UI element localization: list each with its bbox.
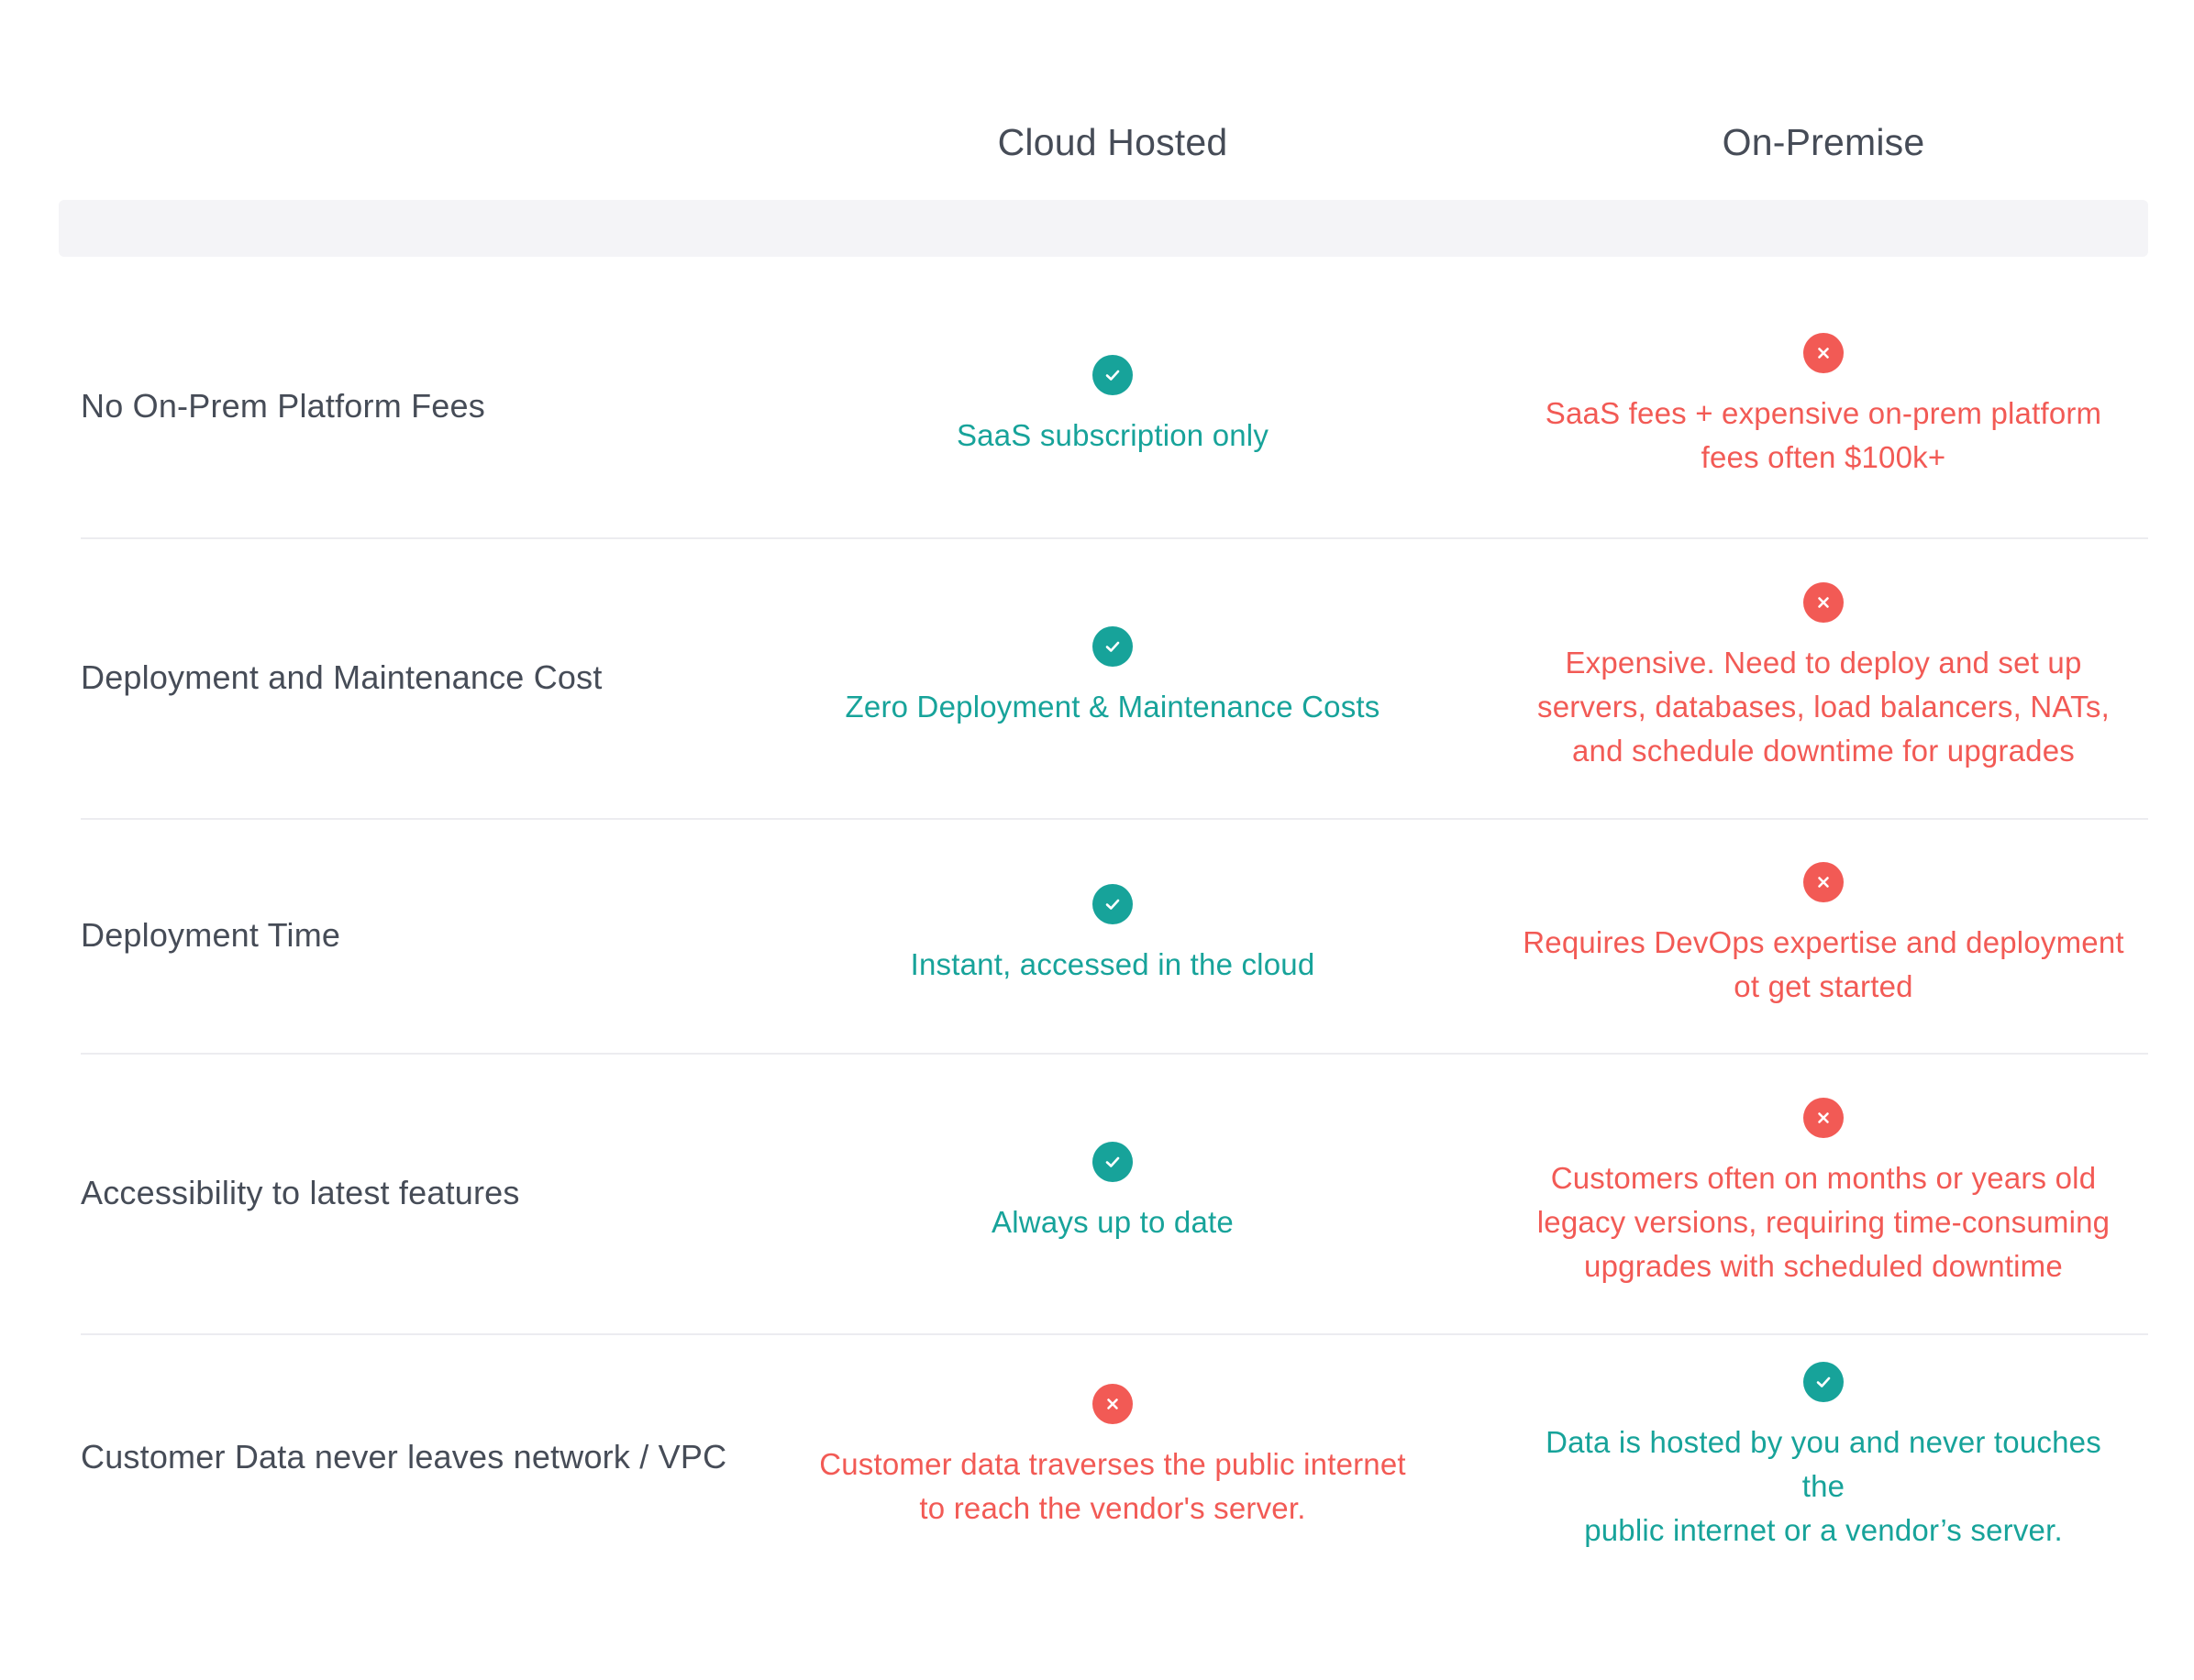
cell-description: Instant, accessed in the cloud bbox=[910, 947, 1315, 981]
comparison-page: Cloud Hosted On-Premise No On-Prem Platf… bbox=[0, 0, 2194, 1680]
table-row: No On-Prem Platform Fees SaaS subscriptio… bbox=[81, 275, 2148, 539]
table-row: Accessibility to latest features Always u… bbox=[81, 1053, 2148, 1335]
check-icon bbox=[1092, 626, 1133, 667]
cell-description: Customer data traverses the public inter… bbox=[819, 1447, 1406, 1525]
column-title-cloud-hosted: Cloud Hosted bbox=[997, 121, 1228, 163]
feature-label: Deployment and Maintenance Cost bbox=[81, 658, 603, 696]
table-header: Cloud Hosted On-Premise bbox=[0, 110, 2194, 174]
cell-description: Data is hosted by you and never touches … bbox=[1546, 1425, 2101, 1547]
cell-description: Zero Deployment & Maintenance Costs bbox=[845, 690, 1380, 724]
x-icon bbox=[1803, 582, 1844, 623]
cloud-hosted-cell: Instant, accessed in the cloud bbox=[810, 818, 1415, 1053]
feature-label: Accessibility to latest features bbox=[81, 1174, 520, 1211]
on-premise-cell: Expensive. Need to deploy and set up serv… bbox=[1521, 537, 2126, 818]
cell-description: Always up to date bbox=[992, 1205, 1234, 1239]
check-icon bbox=[1092, 884, 1133, 924]
table-row: Deployment Time Instant, accessed in the … bbox=[81, 818, 2148, 1055]
table-row: Deployment and Maintenance Cost Zero Depl… bbox=[81, 537, 2148, 820]
x-icon bbox=[1803, 1098, 1844, 1138]
on-premise-cell: Requires DevOps expertise and deployment… bbox=[1521, 818, 2126, 1053]
cloud-hosted-cell: Zero Deployment & Maintenance Costs bbox=[810, 537, 1415, 818]
on-premise-cell: SaaS fees + expensive on-prem platform fe… bbox=[1521, 275, 2126, 537]
cloud-hosted-cell: Always up to date bbox=[810, 1053, 1415, 1333]
feature-label: Deployment Time bbox=[81, 916, 341, 954]
on-premise-cell: Data is hosted by you and never touches … bbox=[1521, 1333, 2126, 1581]
cell-description: Expensive. Need to deploy and set up serv… bbox=[1537, 646, 2110, 768]
x-icon bbox=[1803, 862, 1844, 902]
x-icon bbox=[1092, 1384, 1133, 1424]
check-icon bbox=[1092, 355, 1133, 395]
table-row: Customer Data never leaves network / VPC… bbox=[81, 1333, 2148, 1581]
x-icon bbox=[1803, 333, 1844, 373]
cell-description: SaaS fees + expensive on-prem platform fe… bbox=[1545, 396, 2102, 474]
cloud-hosted-cell: Customer data traverses the public inter… bbox=[810, 1333, 1415, 1581]
check-icon bbox=[1092, 1142, 1133, 1182]
cell-description: Customers often on months or years old le… bbox=[1536, 1161, 2111, 1283]
cloud-hosted-cell: SaaS subscription only bbox=[810, 275, 1415, 537]
cell-description: SaaS subscription only bbox=[956, 418, 1269, 452]
feature-label: No On-Prem Platform Fees bbox=[81, 387, 485, 425]
header-divider-band bbox=[59, 200, 2148, 257]
column-title-on-premise: On-Premise bbox=[1722, 121, 1925, 163]
feature-label: Customer Data never leaves network / VPC bbox=[81, 1438, 727, 1476]
cell-description: Requires DevOps expertise and deployment… bbox=[1523, 925, 2124, 1003]
check-icon bbox=[1803, 1362, 1844, 1402]
on-premise-cell: Customers often on months or years old le… bbox=[1521, 1053, 2126, 1333]
